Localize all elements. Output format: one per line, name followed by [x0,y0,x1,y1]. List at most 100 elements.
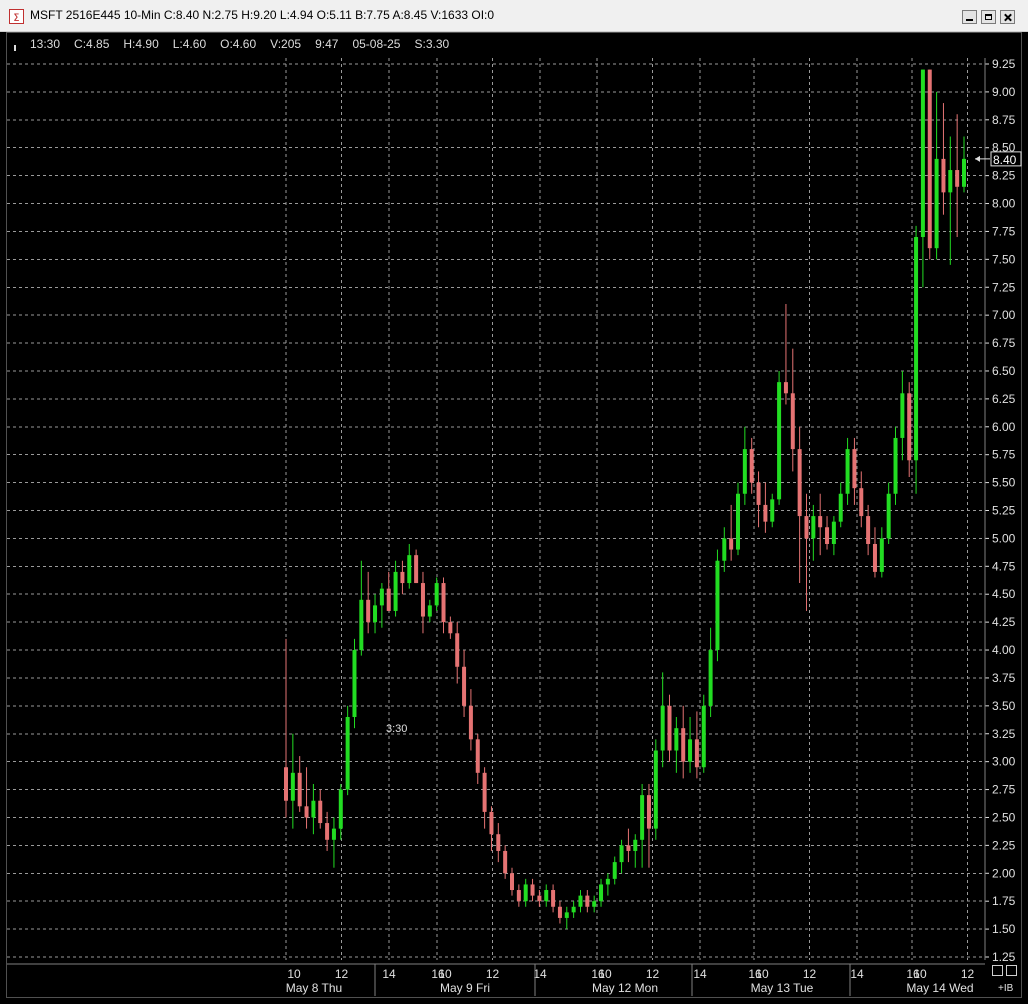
cursor-marker-icon [14,45,16,51]
candle-body [681,728,686,762]
candle-body [605,878,610,885]
candle-body [400,571,405,584]
candle-body [783,382,788,394]
candle-body [318,800,323,824]
zoom-in-button[interactable] [1006,965,1017,976]
candle-body [653,750,658,829]
x-tick-label: 10 [598,967,612,981]
info-date: 05-08-25 [352,37,401,51]
y-tick-label: 6.75 [992,336,1016,350]
y-tick-label: 5.25 [992,504,1016,518]
candle-body [557,906,562,918]
candle-body [366,599,371,623]
y-tick-label: 6.25 [992,392,1016,406]
candle-body [845,449,850,494]
candle-body [694,739,699,768]
y-tick-label: 6.50 [992,364,1016,378]
candle-body [290,772,295,801]
candle-body [893,437,898,494]
x-tick-label: 10 [755,967,769,981]
candle-body [872,543,877,572]
candle-body [489,811,494,835]
x-tick-label: 10 [287,967,301,981]
x-axis: 10 12 14May 8 Thu1610 12 14May 9 Fri1610 12 14… [7,963,985,996]
y-tick-label: 6.00 [992,420,1016,434]
y-tick-label: 4.25 [992,615,1016,629]
candle-body [941,158,946,193]
y-tick-label: 7.00 [992,308,1016,322]
candle-body [763,504,768,522]
candle-body [742,449,747,494]
y-tick-label: 4.75 [992,559,1016,573]
candle-body [777,382,782,500]
candle-body [920,69,925,238]
candle-body [503,850,508,874]
candle-body [660,705,665,751]
candle-body [427,605,432,617]
x-day-label: May 13 Tue [751,981,814,995]
candle-body [544,890,549,902]
candle-body [585,895,590,907]
crosshair-info-bar: 13:30 C:4.85 H:4.90 L:4.60 O:4.60 V:205 … [30,37,449,51]
y-tick-label: 1.25 [992,950,1016,964]
candle-body [599,884,604,902]
x-day-label: May 8 Thu [286,981,342,995]
y-tick-label: 5.00 [992,531,1016,545]
y-tick-label: 8.00 [992,197,1016,211]
y-tick-label: 2.50 [992,810,1016,824]
zoom-out-button[interactable] [992,965,1003,976]
candle-body [866,516,871,544]
candle-body [393,571,398,611]
price-chart[interactable]: 9.259.008.758.508.258.007.757.507.257.00… [0,0,1028,1004]
candle-body [523,884,528,902]
y-tick-label: 2.00 [992,866,1016,880]
info-strike: S:3.30 [414,37,450,51]
candle-body [578,895,583,907]
candle-body [831,521,836,544]
info-close: C:4.85 [74,37,110,51]
candle-body [879,538,884,572]
candle-body [345,717,350,790]
info-high: H:4.90 [123,37,159,51]
ib-label[interactable]: +IB [998,983,1013,994]
candle-body [284,767,288,801]
x-day-label: May 12 Mon [592,981,658,995]
x-tick-label: 14 [850,967,864,981]
grid-lines [7,58,985,960]
info-volume: V:205 [270,37,302,51]
y-tick-label: 3.00 [992,755,1016,769]
candle-body [640,795,645,840]
y-tick-label: 8.75 [992,113,1016,127]
candle-body [496,834,501,851]
candle-body [386,588,391,611]
candle-body [304,806,309,818]
candle-body [859,488,864,517]
candle-body [838,493,843,522]
y-tick-label: 7.75 [992,224,1016,238]
x-tick-label: 12 [803,967,817,981]
candle-body [900,393,905,438]
candle-body [510,873,514,891]
candle-body [736,493,740,550]
y-tick-label: 9.00 [992,85,1016,99]
candle-body [818,516,823,528]
y-tick-label: 3.50 [992,699,1016,713]
candle-body [551,890,556,907]
candle-body [646,795,651,829]
last-price-arrowhead-icon [975,155,980,162]
candle-body [804,516,809,539]
candle-body [790,393,795,450]
candle-body [715,560,720,651]
candle-body [359,599,364,651]
y-tick-label: 9.25 [992,57,1016,71]
candle-body [379,588,384,606]
candle-body [962,158,966,187]
candle-body [448,622,453,634]
strike-label: 3:30 [386,723,407,735]
info-clock: 9:47 [315,37,339,51]
candle-body [626,845,631,851]
candle-body [455,633,460,667]
candle-body [934,158,939,249]
candle-body [797,449,802,517]
candle-body [852,449,857,489]
